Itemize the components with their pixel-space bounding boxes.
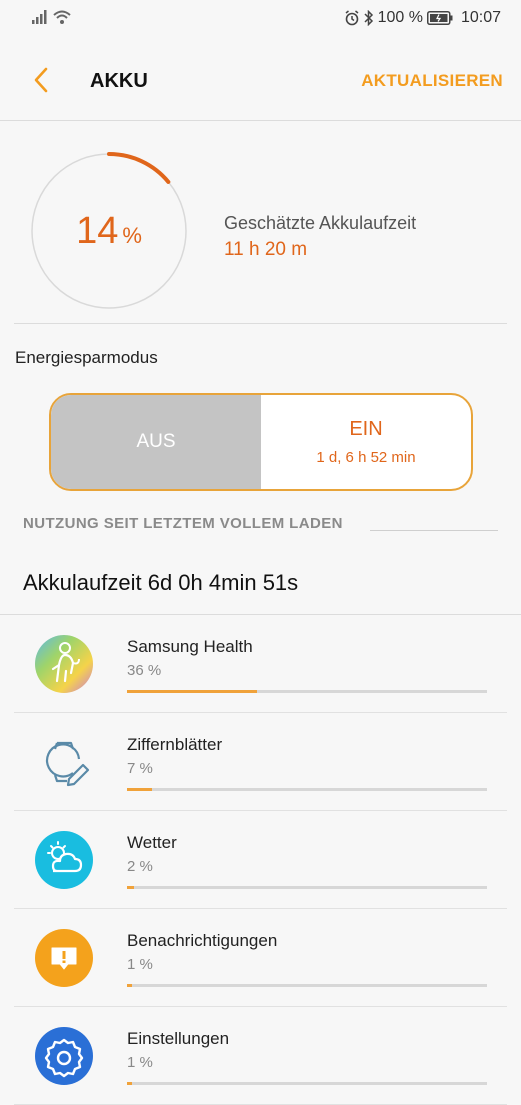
- estimated-runtime-value: 11 h 20 m: [224, 239, 308, 260]
- power-saving-toggle: AUS EIN 1 d, 6 h 52 min: [49, 393, 473, 491]
- settings-gear-icon: [35, 1027, 93, 1085]
- app-percent: 1 %: [127, 956, 153, 973]
- samsung-health-icon: [35, 635, 93, 693]
- section-divider: [14, 323, 507, 324]
- power-saving-on-option[interactable]: EIN 1 d, 6 h 52 min: [261, 395, 471, 489]
- app-header: AKKU AKTUALISIEREN: [0, 40, 521, 120]
- wifi-icon: [53, 10, 71, 24]
- gauge-level-arc: [107, 152, 171, 184]
- status-bar: 100 % 10:07: [0, 0, 521, 40]
- power-saving-off-option[interactable]: AUS: [51, 395, 261, 489]
- back-arrow-icon[interactable]: [30, 66, 52, 94]
- battery-runtime: Akkulaufzeit 6d 0h 4min 51s: [23, 570, 299, 595]
- usage-bar-fill: [127, 886, 135, 889]
- watch-faces-icon: [45, 741, 90, 787]
- battery-icon: [426, 11, 453, 25]
- app-name: Ziffernblätter: [127, 735, 223, 754]
- battery-percent: 14%: [30, 210, 188, 253]
- usage-bar-fill: [127, 690, 257, 693]
- app-name: Wetter: [127, 833, 177, 852]
- usage-bar-fill: [127, 984, 133, 987]
- status-bar-right: 100 % 10:07: [344, 9, 501, 27]
- app-percent: 7 %: [127, 760, 153, 777]
- usage-bar: [127, 984, 487, 987]
- usage-bar-fill: [127, 788, 153, 791]
- page-title: AKKU: [90, 70, 148, 92]
- usage-bar: [127, 788, 487, 791]
- usage-section-title: NUTZUNG SEIT LETZTEM VOLLEM LADEN: [23, 515, 343, 532]
- usage-section-line: [370, 530, 498, 531]
- app-usage-row-watch-faces[interactable]: Ziffernblätter 7 %: [0, 713, 521, 811]
- battery-percent-unit: %: [122, 223, 142, 248]
- app-name: Einstellungen: [127, 1029, 230, 1048]
- usage-bar: [127, 690, 487, 693]
- power-saving-on-label: EIN: [349, 418, 383, 440]
- refresh-button[interactable]: AKTUALISIEREN: [361, 71, 503, 91]
- usage-bar-fill: [127, 1082, 133, 1085]
- header-divider: [0, 120, 521, 121]
- weather-icon: [35, 831, 93, 889]
- app-percent: 1 %: [127, 1054, 153, 1071]
- battery-percent-text: 100 %: [377, 9, 423, 26]
- estimated-runtime-label: Geschätzte Akkulaufzeit: [224, 213, 417, 233]
- usage-bar: [127, 886, 487, 889]
- app-percent: 36 %: [127, 662, 162, 679]
- battery-percent-value: 14: [76, 210, 119, 252]
- app-usage-row-notifications[interactable]: Benachrichtigungen 1 %: [0, 909, 521, 1007]
- notifications-icon: [35, 929, 93, 987]
- alarm-icon: [345, 10, 359, 26]
- app-name: Benachrichtigungen: [127, 931, 278, 950]
- bluetooth-icon: [364, 10, 373, 26]
- app-name: Samsung Health: [127, 637, 253, 656]
- app-percent: 2 %: [127, 858, 153, 875]
- signal-icon: [32, 10, 47, 24]
- app-usage-row-settings[interactable]: Einstellungen 1 %: [0, 1007, 521, 1105]
- power-saving-on-duration: 1 d, 6 h 52 min: [316, 449, 416, 466]
- app-usage-row-weather[interactable]: Wetter 2 %: [0, 811, 521, 909]
- power-saving-label: Energiesparmodus: [15, 348, 158, 367]
- usage-bar: [127, 1082, 487, 1085]
- status-bar-left: [32, 10, 71, 24]
- app-usage-row-samsung-health[interactable]: Samsung Health 36 %: [0, 615, 521, 713]
- clock-time: 10:07: [460, 9, 501, 26]
